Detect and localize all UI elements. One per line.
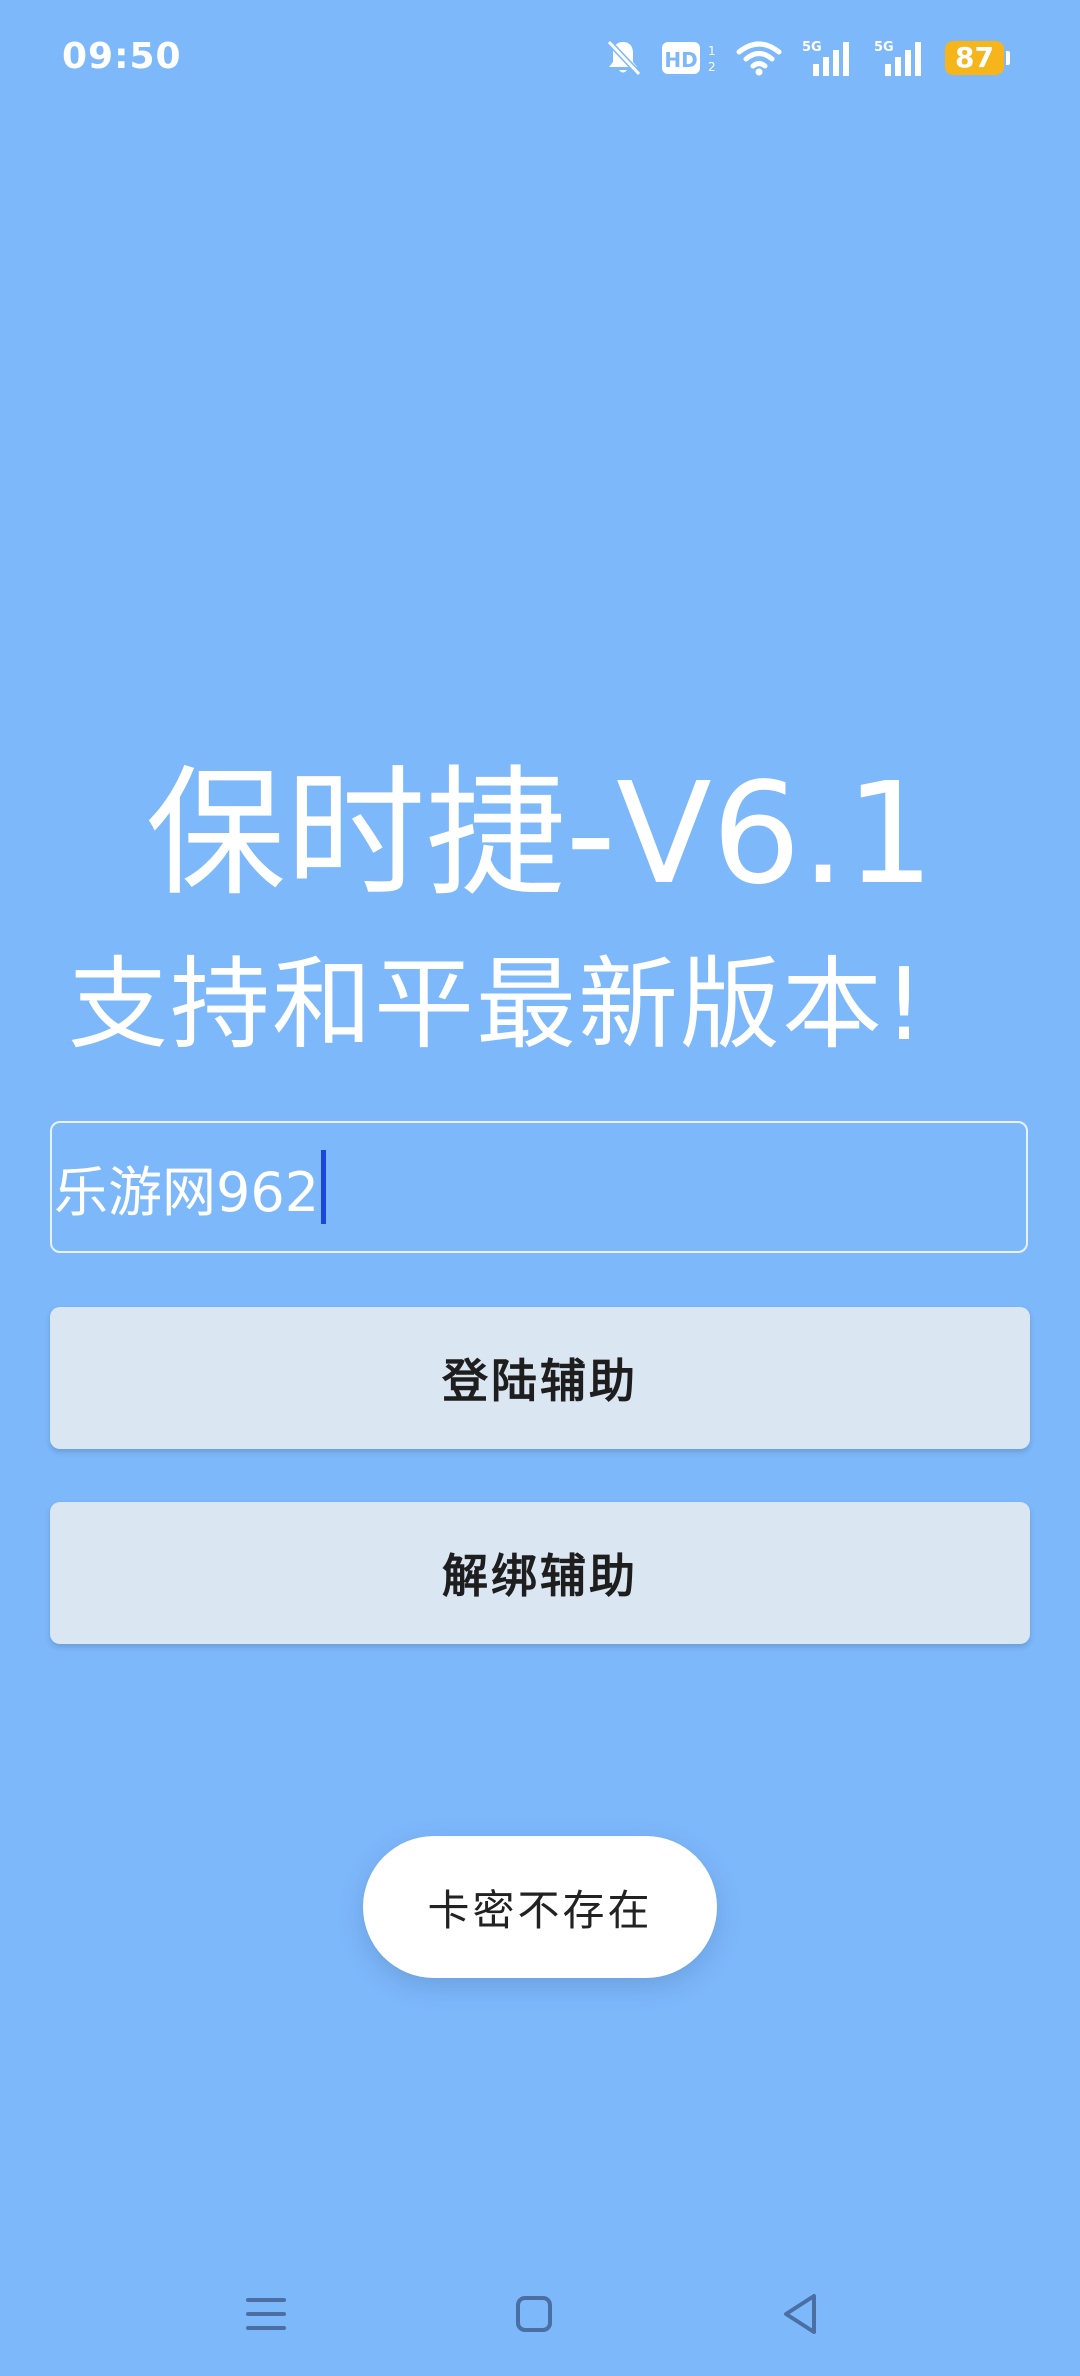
wifi-icon bbox=[735, 38, 783, 78]
page-subtitle: 支持和平最新版本! bbox=[68, 946, 927, 1063]
network-label: 5G bbox=[802, 40, 822, 55]
card-key-value: 乐游网962 bbox=[54, 1160, 320, 1224]
status-time: 09:50 bbox=[62, 36, 182, 77]
home-icon[interactable] bbox=[502, 2282, 566, 2346]
svg-text:2: 2 bbox=[708, 60, 716, 74]
battery-tip bbox=[1006, 51, 1010, 65]
back-icon[interactable] bbox=[768, 2282, 832, 2346]
battery-icon: 87 bbox=[945, 41, 1010, 75]
login-assist-button[interactable]: 登陆辅助 bbox=[50, 1307, 1030, 1449]
unbind-assist-button[interactable]: 解绑辅助 bbox=[50, 1502, 1030, 1644]
hd-label: HD bbox=[664, 48, 697, 72]
signal-5g-icon: 5G bbox=[801, 38, 855, 78]
status-bar: 09:50 HD 1 2 5G 5G 87 bbox=[0, 0, 1080, 120]
menu-icon[interactable] bbox=[234, 2282, 298, 2346]
page-title: 保时捷-V6.1 bbox=[145, 753, 935, 916]
text-cursor bbox=[321, 1150, 327, 1224]
navigation-bar bbox=[0, 2260, 1080, 2370]
toast-message: 卡密不存在 bbox=[363, 1836, 717, 1978]
card-key-input[interactable]: 乐游网962 bbox=[50, 1121, 1028, 1253]
battery-level: 87 bbox=[945, 41, 1004, 75]
svg-text:1: 1 bbox=[708, 44, 716, 58]
signal-5g-icon: 5G bbox=[873, 38, 927, 78]
network-label: 5G bbox=[874, 40, 894, 55]
status-icons: HD 1 2 5G 5G 87 bbox=[603, 34, 1010, 82]
hd-icon: HD 1 2 bbox=[661, 38, 717, 78]
bell-muted-icon bbox=[603, 38, 643, 78]
